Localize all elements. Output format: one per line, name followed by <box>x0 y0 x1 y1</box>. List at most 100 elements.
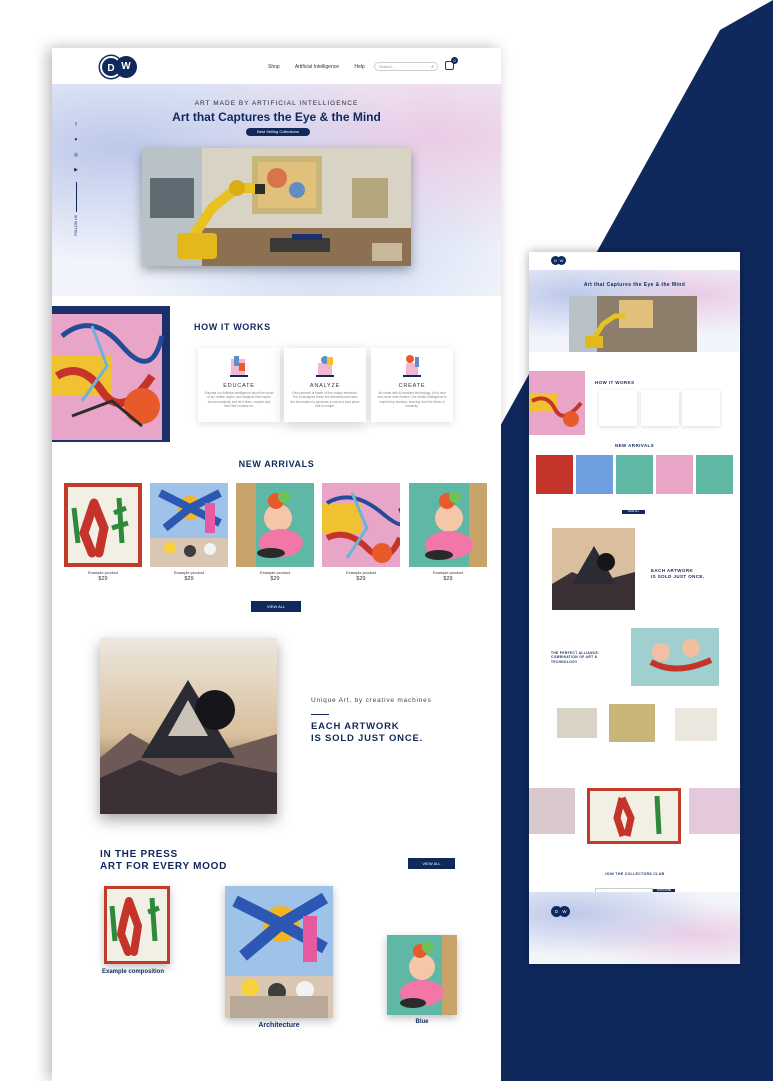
secondary-new-arrivals-title: NEW ARRIVALS <box>614 443 655 448</box>
follow-label: FOLLOW US <box>74 215 78 236</box>
twitter-icon[interactable]: ♥ <box>72 137 80 143</box>
product-card[interactable] <box>236 483 314 567</box>
featured-headline-line2: IS SOLD JUST ONCE. <box>311 732 424 744</box>
create-title: CREATE <box>398 383 426 389</box>
product-caption: Example product <box>87 570 118 575</box>
product-card[interactable] <box>322 483 400 567</box>
product-caption: Example product <box>432 570 463 575</box>
product-card[interactable] <box>150 483 228 567</box>
secondary-press-photo[interactable] <box>609 704 655 742</box>
press-caption: Example composition <box>102 969 165 975</box>
hero-section: ART MADE BY ARTIFICIAL INTELLIGENCE Art … <box>52 84 501 296</box>
product-caption: Example product <box>173 570 204 575</box>
analyze-icon <box>316 356 334 377</box>
secondary-gallery-left <box>529 788 575 834</box>
secondary-hiw-artwork <box>529 371 585 435</box>
secondary-combination-heading: THE PERFECT ALLIANCE: COMBINATION OF ART… <box>551 651 599 664</box>
secondary-newsletter-title: JOIN THE COLLECTORS CLUB <box>604 872 665 876</box>
secondary-gallery-right <box>689 788 740 834</box>
secondary-gallery-main[interactable] <box>587 788 681 844</box>
featured-headline: EACH ARTWORK IS SOLD JUST ONCE. <box>311 721 423 744</box>
secondary-product-thumb[interactable] <box>656 455 693 494</box>
secondary-page-mockup: D W Art that Captures the Eye & the Mind… <box>529 252 740 964</box>
secondary-how-it-works-title: HOW IT WORKS <box>595 380 635 385</box>
press-view-all-button[interactable]: VIEW ALL <box>408 858 455 869</box>
best-selling-button[interactable]: Best Selling Collections <box>246 128 310 136</box>
social-bar: f ♥ ◎ ▶ FOLLOW US <box>72 122 80 236</box>
product-price: $29 <box>356 576 366 582</box>
educate-icon <box>230 356 248 377</box>
secondary-product-thumb[interactable] <box>616 455 653 494</box>
nav-link-help[interactable]: Help <box>354 64 364 70</box>
secondary-press-photo[interactable] <box>675 708 717 741</box>
secondary-product-thumb[interactable] <box>696 455 733 494</box>
hero-title: Art that Captures the Eye & the Mind <box>172 110 381 124</box>
secondary-footer: D W <box>529 892 740 964</box>
product-caption: Example product <box>259 570 290 575</box>
featured-artwork <box>100 638 277 814</box>
cart-icon[interactable]: 0 <box>445 57 458 70</box>
site-logo[interactable]: D W <box>100 56 140 80</box>
product-price: $29 <box>270 576 280 582</box>
analyze-text: Each artwork is made of five unique elem… <box>290 391 360 409</box>
press-image[interactable] <box>225 886 333 1018</box>
youtube-icon[interactable]: ▶ <box>72 167 80 173</box>
secondary-product-thumb[interactable] <box>536 455 573 494</box>
press-caption: Architecture <box>258 1022 300 1029</box>
press-title: IN THE PRESS <box>100 849 178 860</box>
new-arrivals-view-all-button[interactable]: VIEW ALL <box>251 601 301 612</box>
secondary-footer-logo-w: W <box>559 906 570 917</box>
nav-link-ai[interactable]: Artificial Intelligence <box>295 64 339 70</box>
secondary-featured-artwork <box>552 528 635 610</box>
presentation-canvas: D W Shop Artificial Intelligence Help Se… <box>0 0 773 1081</box>
product-caption: Example product <box>345 570 376 575</box>
secondary-hiw-card <box>641 390 679 426</box>
secondary-hiw-card <box>682 390 720 426</box>
product-price: $29 <box>98 576 108 582</box>
hero-robot-photo <box>142 148 411 266</box>
educate-card: EDUCATE Educate our Artificial Intellige… <box>198 348 280 422</box>
educate-title: EDUCATE <box>223 383 255 389</box>
press-subtitle: ART FOR EVERY MOOD <box>100 861 228 872</box>
press-image[interactable] <box>387 935 457 1015</box>
facebook-icon[interactable]: f <box>72 122 80 128</box>
featured-divider <box>311 714 329 715</box>
secondary-hero: Art that Captures the Eye & the Mind <box>529 270 740 352</box>
search-icon[interactable]: ⌕ <box>431 64 434 70</box>
new-arrivals-title: NEW ARRIVALS <box>238 459 315 469</box>
nav-links: Shop Artificial Intelligence Help <box>268 64 379 70</box>
press-caption: Blue <box>415 1019 429 1025</box>
instagram-icon[interactable]: ◎ <box>72 152 80 158</box>
create-card: CREATE Art made with AI-enabled technolo… <box>371 348 453 422</box>
product-card[interactable] <box>409 483 487 567</box>
secondary-footer-logo[interactable]: D W <box>551 906 570 918</box>
secondary-press-photo[interactable] <box>557 708 597 738</box>
create-text: Art made with AI-enabled technology. Art… <box>377 391 447 409</box>
product-price: $29 <box>184 576 194 582</box>
analyze-card: ANALYZE Each artwork is made of five uni… <box>284 348 366 422</box>
main-page-mockup: D W Shop Artificial Intelligence Help Se… <box>52 48 501 1081</box>
secondary-product-thumb[interactable] <box>576 455 613 494</box>
hero-kicker: ART MADE BY ARTIFICIAL INTELLIGENCE <box>194 100 359 107</box>
social-divider <box>75 182 77 212</box>
create-icon <box>403 355 421 377</box>
logo-w: W <box>115 56 137 78</box>
search-placeholder: Search... <box>379 64 396 69</box>
how-it-works-title: HOW IT WORKS <box>194 322 271 332</box>
press-heading: IN THE PRESS ART FOR EVERY MOOD <box>100 849 227 873</box>
secondary-view-all-button[interactable]: VIEW ALL <box>622 510 645 514</box>
secondary-swimmer-artwork <box>631 628 719 686</box>
secondary-logo[interactable]: D W <box>551 256 567 266</box>
featured-kicker: Unique Art, by creative machines <box>311 697 432 704</box>
search-input[interactable]: Search... ⌕ <box>374 62 438 71</box>
analyze-title: ANALYZE <box>309 383 341 389</box>
secondary-logo-w: W <box>557 256 566 265</box>
nav-link-shop[interactable]: Shop <box>268 64 280 70</box>
product-card[interactable] <box>64 483 142 567</box>
secondary-feature-line2: IS SOLD JUST ONCE. <box>651 574 705 579</box>
press-image[interactable] <box>104 886 170 964</box>
secondary-combination-line3: TECHNOLOGY <box>551 659 578 664</box>
secondary-hero-title: Art that Captures the Eye & the Mind <box>583 282 686 288</box>
featured-headline-line1: EACH ARTWORK <box>311 721 400 732</box>
cart-count-badge: 0 <box>451 57 458 64</box>
